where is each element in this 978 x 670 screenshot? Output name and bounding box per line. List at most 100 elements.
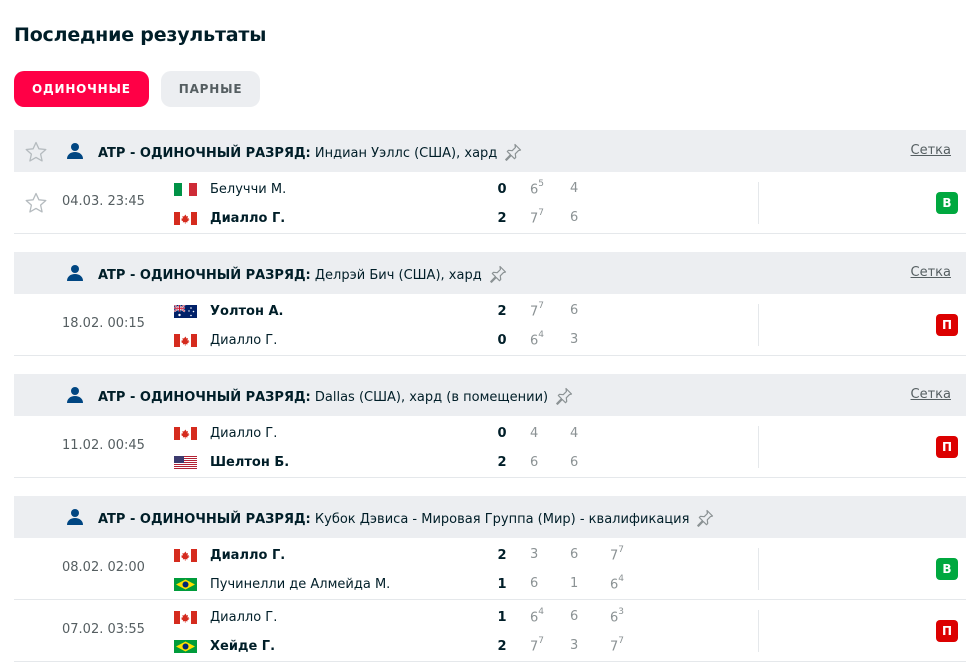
sets-won: 2 (497, 547, 507, 563)
sets-won: 2 (497, 303, 507, 319)
set-scores: 6 1 64 (530, 574, 650, 592)
sets-won: 2 (497, 638, 507, 654)
set-score: 77 (610, 545, 650, 563)
games: 6 (570, 209, 579, 225)
set-score: 3 (570, 638, 610, 654)
set-score: 77 (530, 636, 570, 654)
draw-link[interactable]: Сетка (911, 143, 951, 158)
canada-flag-icon (174, 610, 197, 624)
games: 4 (530, 425, 539, 441)
sets-won: 2 (497, 210, 507, 226)
tiebreak: 4 (538, 329, 545, 340)
match-row[interactable]: 11.02. 00:45 Диалло Г. 0 4 4 Шелтон Б. 2 6 6 П (14, 416, 966, 478)
tournament-category: ATP - ОДИНОЧНЫЙ РАЗРЯД: (98, 390, 311, 405)
sets-won: 0 (497, 332, 507, 348)
pin-icon[interactable] (488, 264, 508, 284)
tournament-name[interactable]: ATP - ОДИНОЧНЫЙ РАЗРЯД: Кубок Дэвиса - М… (98, 508, 715, 528)
match-row[interactable]: 04.03. 23:45 Белуччи М. 0 65 4 Диалло Г. 2 77 6 В (14, 172, 966, 234)
divider (758, 426, 759, 468)
sets-won: 0 (497, 425, 507, 441)
match-row[interactable]: 08.02. 02:00 Диалло Г. 2 3 6 77 Пучинелли де А… (14, 538, 966, 600)
draw-link[interactable]: Сетка (911, 265, 951, 280)
draw-link[interactable]: Сетка (911, 387, 951, 402)
pin-icon[interactable] (695, 508, 715, 528)
australia-flag-icon (173, 303, 197, 318)
set-score: 6 (530, 576, 570, 592)
star-icon[interactable] (24, 191, 48, 215)
tab-singles[interactable]: ОДИНОЧНЫЕ (14, 71, 149, 107)
player-name: Диалло Г. (210, 609, 278, 625)
canada-flag-icon (174, 548, 197, 562)
canada-flag-icon (174, 333, 197, 347)
games: 6 (570, 546, 579, 562)
player-name: Белуччи М. (210, 181, 287, 197)
pin-icon[interactable] (554, 386, 574, 406)
person-icon (66, 386, 84, 404)
result-badge: В (936, 558, 958, 580)
match-time: 04.03. 23:45 (62, 194, 145, 209)
match-row[interactable]: 07.02. 03:55 Диалло Г. 1 64 6 63 Хейде Г. 2 77 3 7… (14, 600, 966, 662)
tournament-title: Dallas (США), хард (в помещении) (314, 390, 549, 405)
set-scores: 65 4 (530, 179, 610, 197)
tab-doubles[interactable]: ПАРНЫЕ (160, 71, 261, 107)
games: 6 (530, 454, 539, 470)
set-score: 1 (570, 576, 610, 592)
match-time: 08.02. 02:00 (62, 560, 145, 575)
tiebreak: 3 (618, 606, 625, 617)
games: 4 (570, 180, 579, 196)
set-score: 4 (530, 426, 570, 441)
person-icon (66, 508, 84, 526)
tiebreak: 7 (538, 207, 545, 218)
games: 3 (570, 637, 579, 653)
star-icon[interactable] (24, 140, 48, 164)
set-score: 6 (570, 210, 610, 226)
tournament-header: ATP - ОДИНОЧНЫЙ РАЗРЯД: Индиан Уэллс (СШ… (14, 130, 966, 172)
tournament-category: ATP - ОДИНОЧНЫЙ РАЗРЯД: (98, 268, 311, 283)
match-row[interactable]: 18.02. 00:15 Уолтон А. 2 77 6 Диалло Г. 0 64 3 П (14, 294, 966, 356)
player-name: Уолтон А. (210, 303, 284, 319)
tiebreak: 4 (538, 606, 545, 617)
tiebreak: 7 (618, 635, 625, 646)
player-name: Диалло Г. (210, 210, 286, 226)
player-name: Диалло Г. (210, 332, 278, 348)
player-row: Шелтон Б. 2 6 6 (174, 451, 654, 473)
tournament-category: ATP - ОДИНОЧНЫЙ РАЗРЯД: (98, 146, 311, 161)
player-row: Пучинелли де Алмейда М. 1 6 1 64 (174, 573, 654, 595)
games: 3 (530, 546, 539, 562)
result-badge: В (936, 192, 958, 214)
player-row: Диалло Г. 0 4 4 (174, 422, 654, 444)
games: 3 (570, 331, 579, 347)
games: 1 (570, 575, 579, 591)
games: 6 (570, 454, 579, 470)
set-score: 3 (570, 332, 610, 348)
set-score: 64 (610, 574, 650, 592)
result-badge: П (936, 314, 958, 336)
set-scores: 77 6 (530, 300, 610, 319)
set-score: 6 (570, 455, 610, 470)
player-row: Хейде Г. 2 77 3 77 (174, 635, 654, 657)
set-score: 6 (530, 455, 570, 470)
set-scores: 66 (530, 455, 610, 470)
set-score: 6 (570, 609, 610, 625)
match-time: 18.02. 00:15 (62, 316, 145, 331)
match-time: 07.02. 03:55 (62, 622, 145, 637)
divider (758, 548, 759, 590)
games: 6 (570, 302, 579, 318)
tournament-title: Делрэй Бич (США), хард (314, 268, 482, 283)
player-name: Пучинелли де Алмейда М. (210, 576, 391, 592)
tiebreak: 7 (538, 300, 545, 311)
set-scores: 64 6 63 (530, 606, 650, 625)
divider (758, 182, 759, 224)
player-name: Диалло Г. (210, 425, 278, 441)
player-name: Шелтон Б. (210, 454, 290, 470)
tournament-name[interactable]: ATP - ОДИНОЧНЫЙ РАЗРЯД: Индиан Уэллс (СШ… (98, 142, 523, 162)
result-badge: П (936, 436, 958, 458)
set-scores: 77 3 77 (530, 635, 650, 654)
tournament-name[interactable]: ATP - ОДИНОЧНЫЙ РАЗРЯД: Dallas (США), ха… (98, 386, 574, 406)
set-score: 64 (530, 606, 570, 625)
italy-flag-icon (174, 182, 197, 196)
tournament-name[interactable]: ATP - ОДИНОЧНЫЙ РАЗРЯД: Делрэй Бич (США)… (98, 264, 508, 284)
pin-icon[interactable] (503, 142, 523, 162)
set-score: 77 (530, 207, 570, 226)
brazil-flag-icon (174, 639, 197, 653)
